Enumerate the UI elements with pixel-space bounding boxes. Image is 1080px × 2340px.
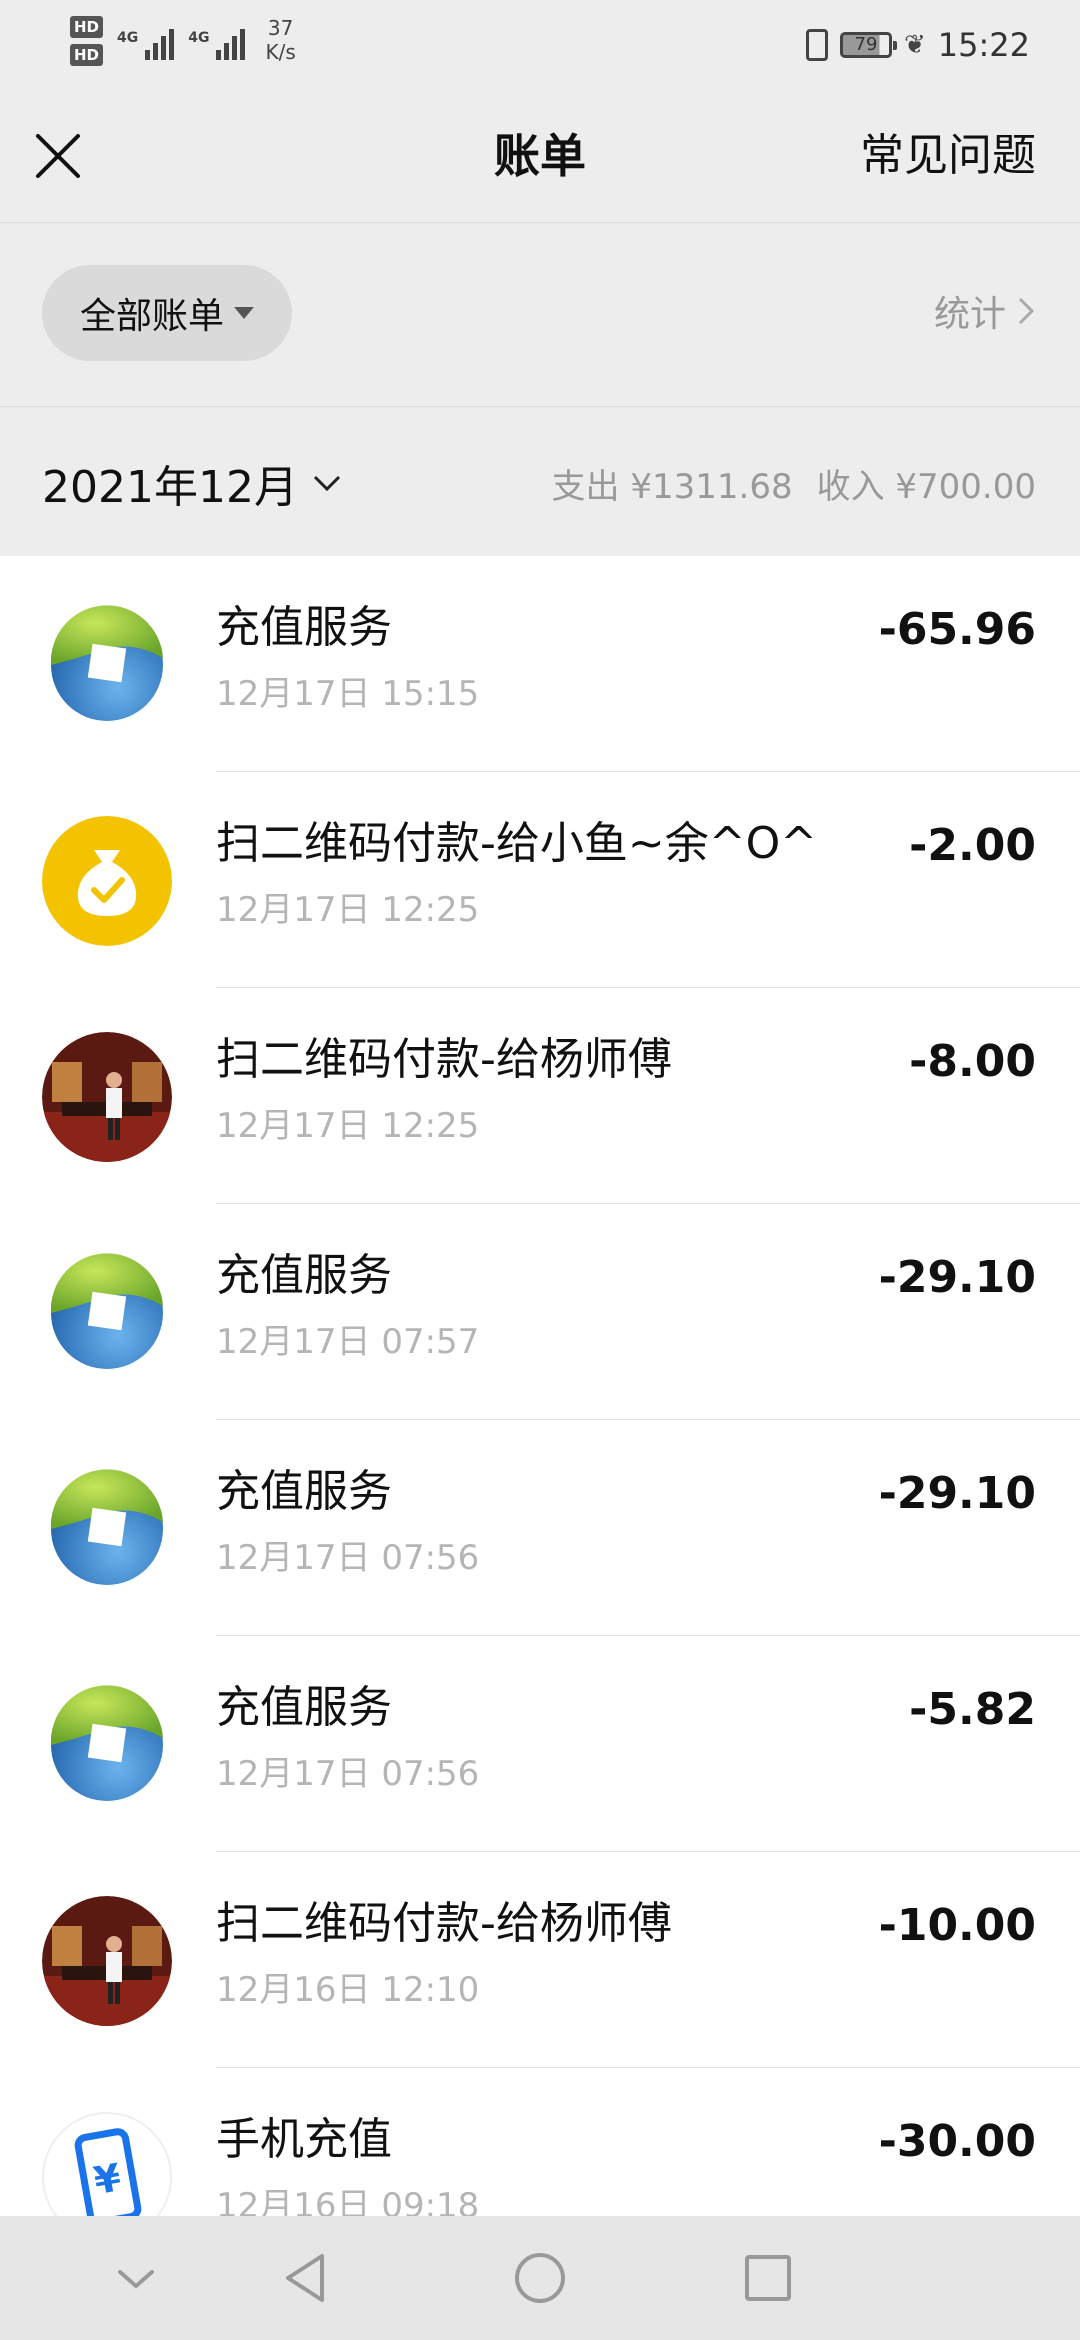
recharge-service-icon — [42, 600, 172, 730]
close-button[interactable] — [30, 128, 86, 184]
expense-total: 支出 ¥1311.68 — [551, 467, 793, 507]
transaction-name: 充值服务 — [216, 1250, 392, 1301]
faq-link[interactable]: 常见问题 — [860, 126, 1036, 186]
network-type-1: 4G — [117, 30, 139, 46]
nav-home-button[interactable] — [508, 2246, 572, 2310]
status-bar: HD HD 4G 4G 37 K/s 79 ❦ 15:22 — [0, 0, 1080, 92]
battery-icon: 79 — [839, 32, 897, 58]
nav-recents-button[interactable] — [736, 2246, 800, 2310]
network-speed-unit: K/s — [265, 40, 296, 64]
transaction-time: 12月17日 15:15 — [216, 674, 480, 714]
status-left: HD HD 4G 4G 37 K/s — [70, 16, 296, 66]
transaction-time: 12月16日 09:18 — [216, 2186, 480, 2216]
transaction-amount: -65.96 — [878, 604, 1036, 655]
transaction-row[interactable]: 充值服务 12月17日 07:56 -5.82 — [0, 1636, 1080, 1852]
recharge-service-icon — [42, 1464, 172, 1594]
transaction-amount: -29.10 — [878, 1468, 1036, 1519]
network-speed: 37 K/s — [265, 16, 295, 64]
filter-bar: 全部账单 统计 — [0, 222, 1080, 407]
app-header: 账单 常见问题 — [0, 92, 1080, 222]
leaf-icon: ❦ — [903, 30, 926, 60]
battery-level: 79 — [854, 34, 878, 55]
transaction-name: 充值服务 — [216, 1466, 392, 1517]
transaction-amount: -30.00 — [878, 2116, 1036, 2167]
recharge-service-icon — [42, 1680, 172, 1810]
transaction-row[interactable]: 扫二维码付款-给杨师傅 12月16日 12:10 -10.00 — [0, 1852, 1080, 2068]
clock: 15:22 — [937, 26, 1030, 64]
transaction-amount: -10.00 — [878, 1900, 1036, 1951]
nav-back-button[interactable] — [276, 2246, 340, 2310]
chevron-down-icon — [118, 2270, 154, 2289]
transaction-time: 12月17日 07:57 — [216, 1322, 480, 1362]
money-bag-icon — [42, 816, 172, 946]
stats-link[interactable]: 统计 — [934, 285, 1036, 337]
recents-square-icon — [745, 2255, 791, 2301]
transaction-name: 充值服务 — [216, 1682, 392, 1733]
status-right: 79 ❦ 15:22 — [805, 26, 1030, 64]
transaction-amount: -29.10 — [878, 1252, 1036, 1303]
transaction-time: 12月17日 12:25 — [216, 890, 480, 930]
stats-label: 统计 — [933, 294, 1006, 335]
transaction-name: 扫二维码付款-给小鱼~余^O^ — [216, 818, 818, 869]
transaction-row[interactable]: 充值服务 12月17日 15:15 -65.96 — [0, 556, 1080, 772]
close-icon — [36, 134, 80, 178]
signal-1-icon: 4G — [117, 16, 175, 60]
month-selector[interactable]: 2021年12月 — [42, 451, 342, 515]
back-triangle-icon — [286, 2254, 324, 2302]
transaction-row[interactable]: 充值服务 12月17日 07:56 -29.10 — [0, 1420, 1080, 1636]
vibrate-icon — [805, 29, 828, 61]
dropdown-caret-icon — [234, 307, 254, 319]
hd-indicator: HD HD — [70, 16, 104, 66]
transaction-row[interactable]: ¥ 手机充值 12月16日 09:18 -30.00 — [0, 2068, 1080, 2216]
income-total: 收入 ¥700.00 — [816, 467, 1036, 507]
recharge-service-icon — [42, 1248, 172, 1378]
transaction-time: 12月17日 07:56 — [216, 1538, 480, 1578]
transaction-time: 12月17日 07:56 — [216, 1754, 480, 1794]
merchant-photo-avatar — [42, 1032, 172, 1162]
month-label: 2021年12月 — [42, 462, 298, 513]
network-speed-value: 37 — [267, 16, 294, 40]
transaction-name: 扫二维码付款-给杨师傅 — [216, 1898, 672, 1949]
transaction-time: 12月16日 12:10 — [216, 1970, 480, 2010]
month-totals: 支出 ¥1311.68 收入 ¥700.00 — [528, 459, 1036, 508]
chevron-right-icon — [1018, 297, 1035, 325]
transaction-name: 手机充值 — [216, 2114, 392, 2165]
system-nav-bar — [0, 2216, 1080, 2340]
merchant-photo-avatar — [42, 1896, 172, 2026]
transaction-list: 充值服务 12月17日 15:15 -65.96 扫二维码付款-给小鱼~余^O^… — [0, 556, 1080, 2216]
transaction-row[interactable]: 扫二维码付款-给杨师傅 12月17日 12:25 -8.00 — [0, 988, 1080, 1204]
transaction-amount: -8.00 — [909, 1036, 1036, 1087]
signal-2-icon: 4G — [188, 16, 246, 60]
transaction-row[interactable]: 充值服务 12月17日 07:57 -29.10 — [0, 1204, 1080, 1420]
bill-type-label: 全部账单 — [79, 296, 224, 337]
network-type-2: 4G — [188, 30, 210, 46]
chevron-down-icon — [313, 475, 341, 492]
home-circle-icon — [515, 2253, 565, 2303]
transaction-row[interactable]: 扫二维码付款-给小鱼~余^O^ 12月17日 12:25 -2.00 — [0, 772, 1080, 988]
phone-recharge-icon: ¥ — [42, 2112, 172, 2216]
nav-hide-button[interactable] — [104, 2246, 168, 2310]
transaction-name: 充值服务 — [216, 602, 392, 653]
transaction-time: 12月17日 12:25 — [216, 1106, 480, 1146]
bill-type-filter[interactable]: 全部账单 — [42, 265, 292, 361]
transaction-name: 扫二维码付款-给杨师傅 — [216, 1034, 672, 1085]
transaction-amount: -2.00 — [909, 820, 1036, 871]
month-summary-bar: 2021年12月 支出 ¥1311.68 收入 ¥700.00 — [0, 406, 1080, 557]
transaction-amount: -5.82 — [909, 1684, 1036, 1735]
